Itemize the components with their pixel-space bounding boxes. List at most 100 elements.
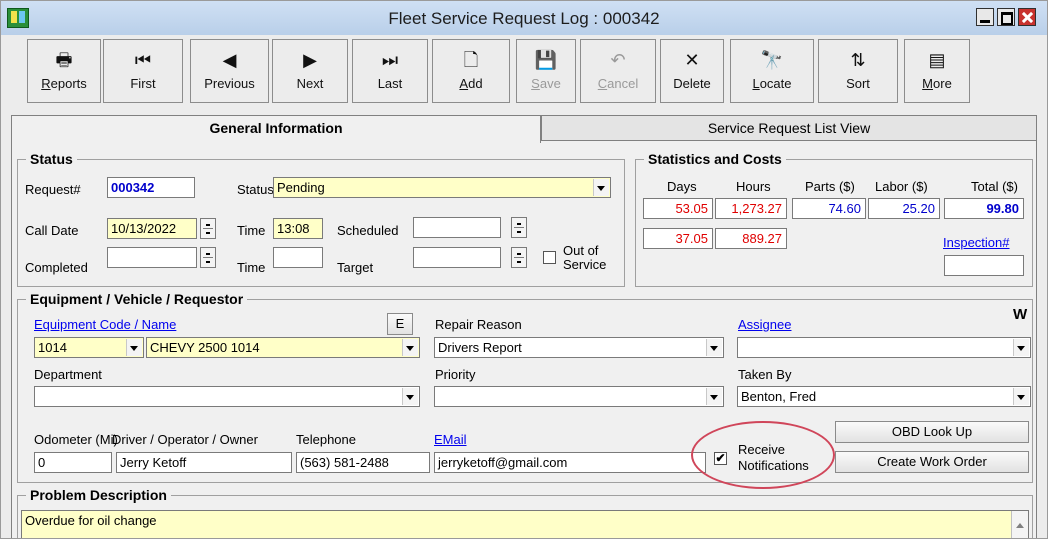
days-header: Days (667, 179, 697, 194)
email-field[interactable]: jerryketoff@gmail.com (434, 452, 706, 473)
telephone-field[interactable]: (563) 581-2488 (296, 452, 430, 473)
reports-label: Reports (41, 76, 87, 91)
chevron-down-icon[interactable] (706, 388, 722, 405)
total-header: Total ($) (971, 179, 1018, 194)
assignee-select[interactable] (737, 337, 1031, 358)
chevron-down-icon[interactable] (593, 179, 609, 196)
hours-value-2: 889.27 (715, 228, 787, 249)
delete-icon: ✕ (684, 50, 700, 70)
last-record-icon: ⏭ (381, 50, 399, 70)
more-options-icon: ▤ (928, 50, 946, 70)
time-label: Time (237, 223, 266, 238)
next-label: Next (296, 76, 324, 91)
assignee-link[interactable]: Assignee (738, 317, 791, 332)
repair-reason-select[interactable]: Drivers Report (434, 337, 724, 358)
tab-service-request-list-view[interactable]: Service Request List View (541, 115, 1037, 141)
first-button[interactable]: ⏮ First (103, 39, 183, 103)
inspection-field[interactable] (944, 255, 1024, 276)
save-label: Save (531, 76, 561, 91)
problem-description-field[interactable]: Overdue for oil change (21, 510, 1029, 538)
request-number-label: Request# (25, 182, 81, 197)
equipment-name-value: CHEVY 2500 1014 (150, 340, 260, 355)
driver-field[interactable]: Jerry Ketoff (116, 452, 292, 473)
next-button[interactable]: ▶ Next (272, 39, 348, 103)
completed-field[interactable] (107, 247, 197, 268)
scheduled-spinner[interactable] (511, 217, 527, 238)
maximize-button[interactable] (997, 8, 1015, 26)
priority-label: Priority (435, 367, 476, 382)
add-button[interactable]: 🗋 Add (432, 39, 510, 103)
taken-by-label: Taken By (738, 367, 792, 382)
sort-button[interactable]: ⇅ Sort (818, 39, 898, 103)
call-date-field[interactable]: 10/13/2022 (107, 218, 197, 239)
create-work-order-button[interactable]: Create Work Order (835, 451, 1029, 473)
equipment-code-select[interactable]: 1014 (34, 337, 144, 358)
parts-value: 74.60 (792, 198, 866, 219)
inspection-link[interactable]: Inspection# (943, 235, 1010, 250)
tab-strip: General Information Service Request List… (11, 115, 1037, 143)
title-bar: Fleet Service Request Log : 000342 (1, 1, 1047, 36)
repair-reason-label: Repair Reason (435, 317, 522, 332)
previous-button[interactable]: ◀ Previous (190, 39, 269, 103)
completed-label: Completed (25, 260, 88, 275)
target-field[interactable] (413, 247, 501, 268)
equipment-code-name-link[interactable]: Equipment Code / Name (34, 317, 176, 332)
sort-az-icon: ⇅ (850, 50, 866, 70)
sort-label: Sort (846, 76, 870, 91)
chevron-down-icon[interactable] (402, 339, 418, 356)
more-button[interactable]: ▤ More (904, 39, 970, 103)
toolbar: 🖶 Reports ⏮ First ◀ Previous ▶ Next ⏭ Last 🗋 Add 💾 Sa… (1, 35, 1047, 107)
completed-time-field[interactable] (273, 247, 323, 268)
call-date-label: Call Date (25, 223, 79, 238)
window-title: Fleet Service Request Log : 000342 (388, 9, 660, 28)
add-label: Add (459, 76, 483, 91)
time-field[interactable]: 13:08 (273, 218, 323, 239)
out-of-service-line2: Service (563, 257, 607, 272)
call-date-spinner[interactable] (200, 218, 216, 239)
priority-select[interactable] (434, 386, 724, 407)
delete-label: Delete (673, 76, 711, 91)
email-link[interactable]: EMail (434, 432, 467, 447)
problem-description-title: Problem Description (26, 487, 171, 503)
taken-by-select[interactable]: Benton, Fred (737, 386, 1031, 407)
fleet-service-window: Fleet Service Request Log : 000342 🖶 Repo… (0, 0, 1048, 539)
cancel-button[interactable]: ↶ Cancel (580, 39, 656, 103)
request-number-field[interactable]: 000342 (107, 177, 195, 198)
previous-label: Previous (204, 76, 255, 91)
last-button[interactable]: ⏭ Last (352, 39, 428, 103)
reports-button[interactable]: 🖶 Reports (27, 39, 101, 103)
tab-general-information[interactable]: General Information (11, 115, 541, 143)
undo-icon: ↶ (610, 50, 626, 70)
labor-header: Labor ($) (875, 179, 928, 194)
scheduled-field[interactable] (413, 217, 501, 238)
department-select[interactable] (34, 386, 420, 407)
completed-spinner[interactable] (200, 247, 216, 268)
close-button[interactable] (1018, 8, 1036, 26)
save-button[interactable]: 💾 Save (516, 39, 576, 103)
delete-button[interactable]: ✕ Delete (660, 39, 724, 103)
equipment-group-title: Equipment / Vehicle / Requestor (26, 291, 248, 307)
e-button[interactable]: E (387, 313, 413, 335)
driver-label: Driver / Operator / Owner (112, 432, 258, 447)
chevron-down-icon[interactable] (1013, 339, 1029, 356)
chevron-down-icon[interactable] (706, 339, 722, 356)
status-group-title: Status (26, 151, 77, 167)
minimize-button[interactable] (976, 8, 994, 26)
out-of-service-checkbox[interactable] (543, 251, 556, 264)
target-spinner[interactable] (511, 247, 527, 268)
printer-icon: 🖶 (55, 50, 73, 70)
locate-button[interactable]: 🔭 Locate (730, 39, 814, 103)
equipment-name-select[interactable]: CHEVY 2500 1014 (146, 337, 420, 358)
chevron-down-icon[interactable] (402, 388, 418, 405)
scheduled-label: Scheduled (337, 223, 399, 238)
status-select[interactable]: Pending (273, 177, 611, 198)
chevron-down-icon[interactable] (126, 339, 142, 356)
previous-icon: ◀ (222, 50, 237, 70)
obd-lookup-button[interactable]: OBD Look Up (835, 421, 1029, 443)
new-document-icon: 🗋 (463, 50, 479, 70)
last-label: Last (377, 76, 403, 91)
odometer-field[interactable]: 0 (34, 452, 112, 473)
chevron-down-icon[interactable] (1013, 388, 1029, 405)
target-label: Target (337, 260, 374, 275)
scroll-up-icon[interactable] (1011, 511, 1028, 538)
